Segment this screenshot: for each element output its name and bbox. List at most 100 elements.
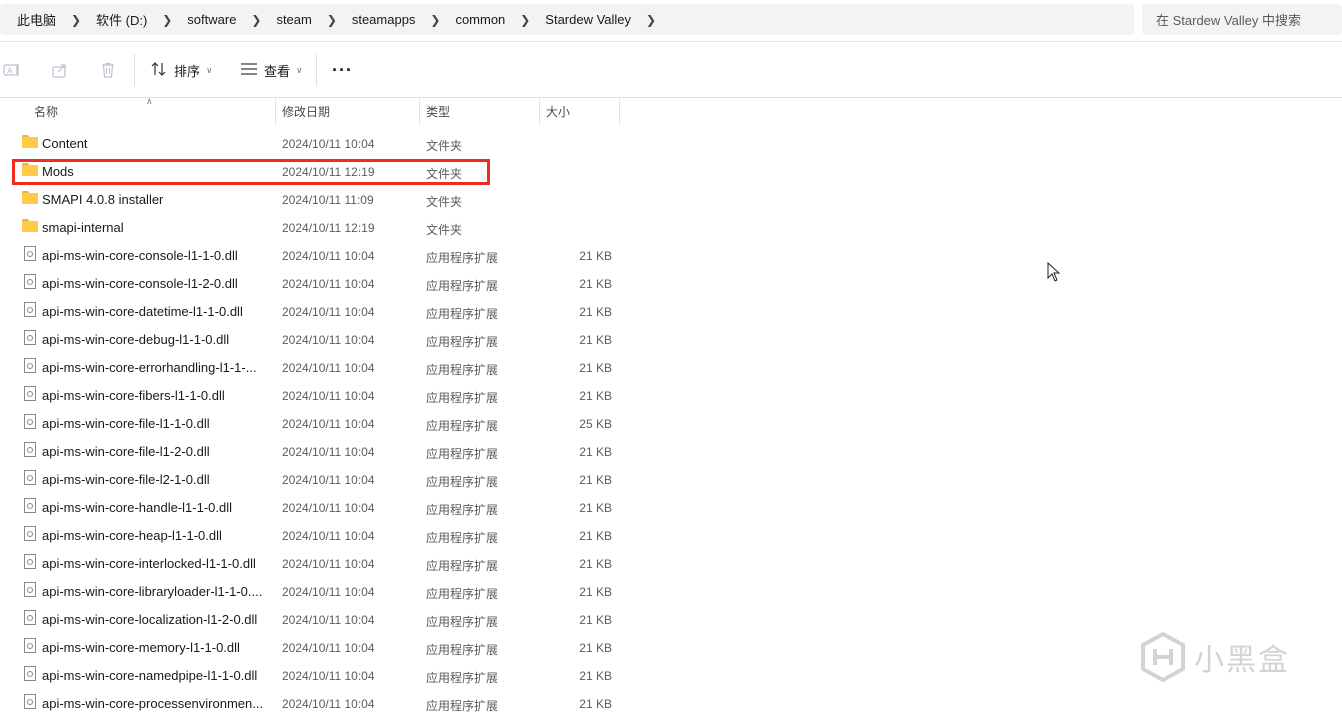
file-type: 应用程序扩展	[426, 559, 499, 573]
file-row[interactable]: api-ms-win-core-processenvironmen... 2024…	[0, 689, 640, 717]
file-date: 2024/10/11 10:04	[282, 305, 375, 319]
search-input[interactable]: 在 Stardew Valley 中搜索	[1142, 4, 1342, 35]
breadcrumb-common[interactable]: common	[455, 12, 505, 27]
file-size: 21 KB	[579, 333, 612, 347]
file-size: 21 KB	[579, 389, 612, 403]
sort-button[interactable]: 排序 ∨	[150, 58, 213, 82]
dll-file-icon	[22, 610, 38, 625]
file-row[interactable]: smapi-internal 2024/10/11 12:19 文件夹	[0, 213, 640, 241]
file-type: 文件夹	[426, 139, 463, 153]
file-date: 2024/10/11 10:04	[282, 669, 375, 683]
file-row[interactable]: api-ms-win-core-libraryloader-l1-1-0....…	[0, 577, 640, 605]
file-row[interactable]: api-ms-win-core-localization-l1-2-0.dll 2…	[0, 605, 640, 633]
breadcrumb-steam[interactable]: steam	[276, 12, 311, 27]
file-date: 2024/10/11 10:04	[282, 361, 375, 375]
chevron-right-icon[interactable]: ❯	[415, 13, 455, 27]
file-row[interactable]: Content 2024/10/11 10:04 文件夹	[0, 129, 640, 157]
chevron-right-icon[interactable]: ❯	[505, 13, 545, 27]
view-label: 查看	[264, 63, 291, 79]
breadcrumb-steamapps[interactable]: steamapps	[352, 12, 416, 27]
file-name: api-ms-win-core-localization-l1-2-0.dll	[42, 612, 258, 627]
file-name: api-ms-win-core-libraryloader-l1-1-0....	[42, 584, 263, 599]
view-icon	[240, 62, 258, 79]
file-type: 应用程序扩展	[426, 391, 499, 405]
file-name: smapi-internal	[42, 220, 124, 235]
delete-icon[interactable]	[98, 60, 118, 80]
more-options-button[interactable]: ···	[332, 58, 353, 82]
dll-file-icon	[22, 694, 38, 709]
chevron-right-icon[interactable]: ❯	[631, 13, 671, 27]
share-icon[interactable]	[50, 60, 70, 80]
file-date: 2024/10/11 10:04	[282, 389, 375, 403]
file-date: 2024/10/11 10:04	[282, 501, 375, 515]
file-name: Content	[42, 136, 88, 151]
dll-file-icon	[22, 274, 38, 289]
file-name: api-ms-win-core-memory-l1-1-0.dll	[42, 640, 240, 655]
breadcrumb-this-pc[interactable]: 此电脑	[17, 10, 56, 29]
file-row[interactable]: api-ms-win-core-handle-l1-1-0.dll 2024/10…	[0, 493, 640, 521]
file-date: 2024/10/11 10:04	[282, 529, 375, 543]
file-size: 21 KB	[579, 501, 612, 515]
file-row[interactable]: api-ms-win-core-memory-l1-1-0.dll 2024/10…	[0, 633, 640, 661]
file-type: 应用程序扩展	[426, 419, 499, 433]
dll-file-icon	[22, 638, 38, 653]
address-bar[interactable]: 此电脑 ❯ 软件 (D:) ❯ software ❯ steam ❯ steam…	[0, 4, 1134, 35]
file-row[interactable]: api-ms-win-core-file-l1-1-0.dll 2024/10/1…	[0, 409, 640, 437]
file-size: 21 KB	[579, 361, 612, 375]
file-name: api-ms-win-core-handle-l1-1-0.dll	[42, 500, 233, 515]
chevron-right-icon[interactable]: ❯	[236, 13, 276, 27]
file-name: api-ms-win-core-console-l1-2-0.dll	[42, 276, 238, 291]
file-row[interactable]: SMAPI 4.0.8 installer 2024/10/11 11:09 文件夹	[0, 185, 640, 213]
file-row[interactable]: api-ms-win-core-file-l1-2-0.dll 2024/10/1…	[0, 437, 640, 465]
folder-icon	[22, 135, 38, 149]
toolbar-divider	[316, 54, 317, 86]
file-row[interactable]: api-ms-win-core-console-l1-1-0.dll 2024/1…	[0, 241, 640, 269]
dll-file-icon	[22, 330, 38, 345]
dll-file-icon	[22, 526, 38, 541]
file-type: 文件夹	[426, 195, 463, 209]
chevron-down-icon: ∨	[206, 64, 213, 75]
file-size: 21 KB	[579, 669, 612, 683]
file-row[interactable]: api-ms-win-core-namedpipe-l1-1-0.dll 2024…	[0, 661, 640, 689]
column-header-size[interactable]: 大小	[540, 98, 620, 125]
view-button[interactable]: 查看 ∨	[240, 58, 303, 82]
file-row[interactable]: api-ms-win-core-debug-l1-1-0.dll 2024/10/…	[0, 325, 640, 353]
file-size: 25 KB	[579, 417, 612, 431]
file-date: 2024/10/11 10:04	[282, 277, 375, 291]
file-size: 21 KB	[579, 529, 612, 543]
chevron-right-icon[interactable]: ❯	[312, 13, 352, 27]
file-date: 2024/10/11 10:04	[282, 249, 375, 263]
file-row[interactable]: api-ms-win-core-fibers-l1-1-0.dll 2024/10…	[0, 381, 640, 409]
file-type: 应用程序扩展	[426, 587, 499, 601]
dll-file-icon	[22, 386, 38, 401]
breadcrumb-stardew-valley[interactable]: Stardew Valley	[545, 12, 631, 27]
address-bar-row: 此电脑 ❯ 软件 (D:) ❯ software ❯ steam ❯ steam…	[0, 0, 1342, 42]
file-row[interactable]: api-ms-win-core-heap-l1-1-0.dll 2024/10/1…	[0, 521, 640, 549]
file-name: api-ms-win-core-file-l1-1-0.dll	[42, 416, 210, 431]
chevron-right-icon[interactable]: ❯	[147, 13, 187, 27]
file-date: 2024/10/11 10:04	[282, 557, 375, 571]
svg-text:A: A	[7, 67, 13, 76]
file-date: 2024/10/11 10:04	[282, 137, 375, 151]
file-type: 应用程序扩展	[426, 335, 499, 349]
watermark: 小黑盒	[1140, 632, 1290, 682]
file-row[interactable]: api-ms-win-core-errorhandling-l1-1-... 20…	[0, 353, 640, 381]
file-row[interactable]: api-ms-win-core-interlocked-l1-1-0.dll 20…	[0, 549, 640, 577]
column-header-name[interactable]: 名称	[0, 98, 276, 125]
file-size: 21 KB	[579, 277, 612, 291]
rename-icon[interactable]: A	[2, 60, 22, 80]
chevron-right-icon[interactable]: ❯	[56, 13, 96, 27]
breadcrumb-drive-d[interactable]: 软件 (D:)	[96, 10, 147, 29]
column-header-date[interactable]: 修改日期	[276, 98, 420, 125]
dll-file-icon	[22, 358, 38, 373]
file-row[interactable]: api-ms-win-core-console-l1-2-0.dll 2024/1…	[0, 269, 640, 297]
file-date: 2024/10/11 10:04	[282, 697, 375, 711]
mouse-cursor-icon	[1047, 261, 1061, 285]
dll-file-icon	[22, 442, 38, 457]
breadcrumb-software[interactable]: software	[187, 12, 236, 27]
file-row[interactable]: api-ms-win-core-file-l2-1-0.dll 2024/10/1…	[0, 465, 640, 493]
file-row[interactable]: api-ms-win-core-datetime-l1-1-0.dll 2024/…	[0, 297, 640, 325]
column-header-type[interactable]: 类型	[420, 98, 540, 125]
folder-icon	[22, 219, 38, 233]
dll-file-icon	[22, 470, 38, 485]
